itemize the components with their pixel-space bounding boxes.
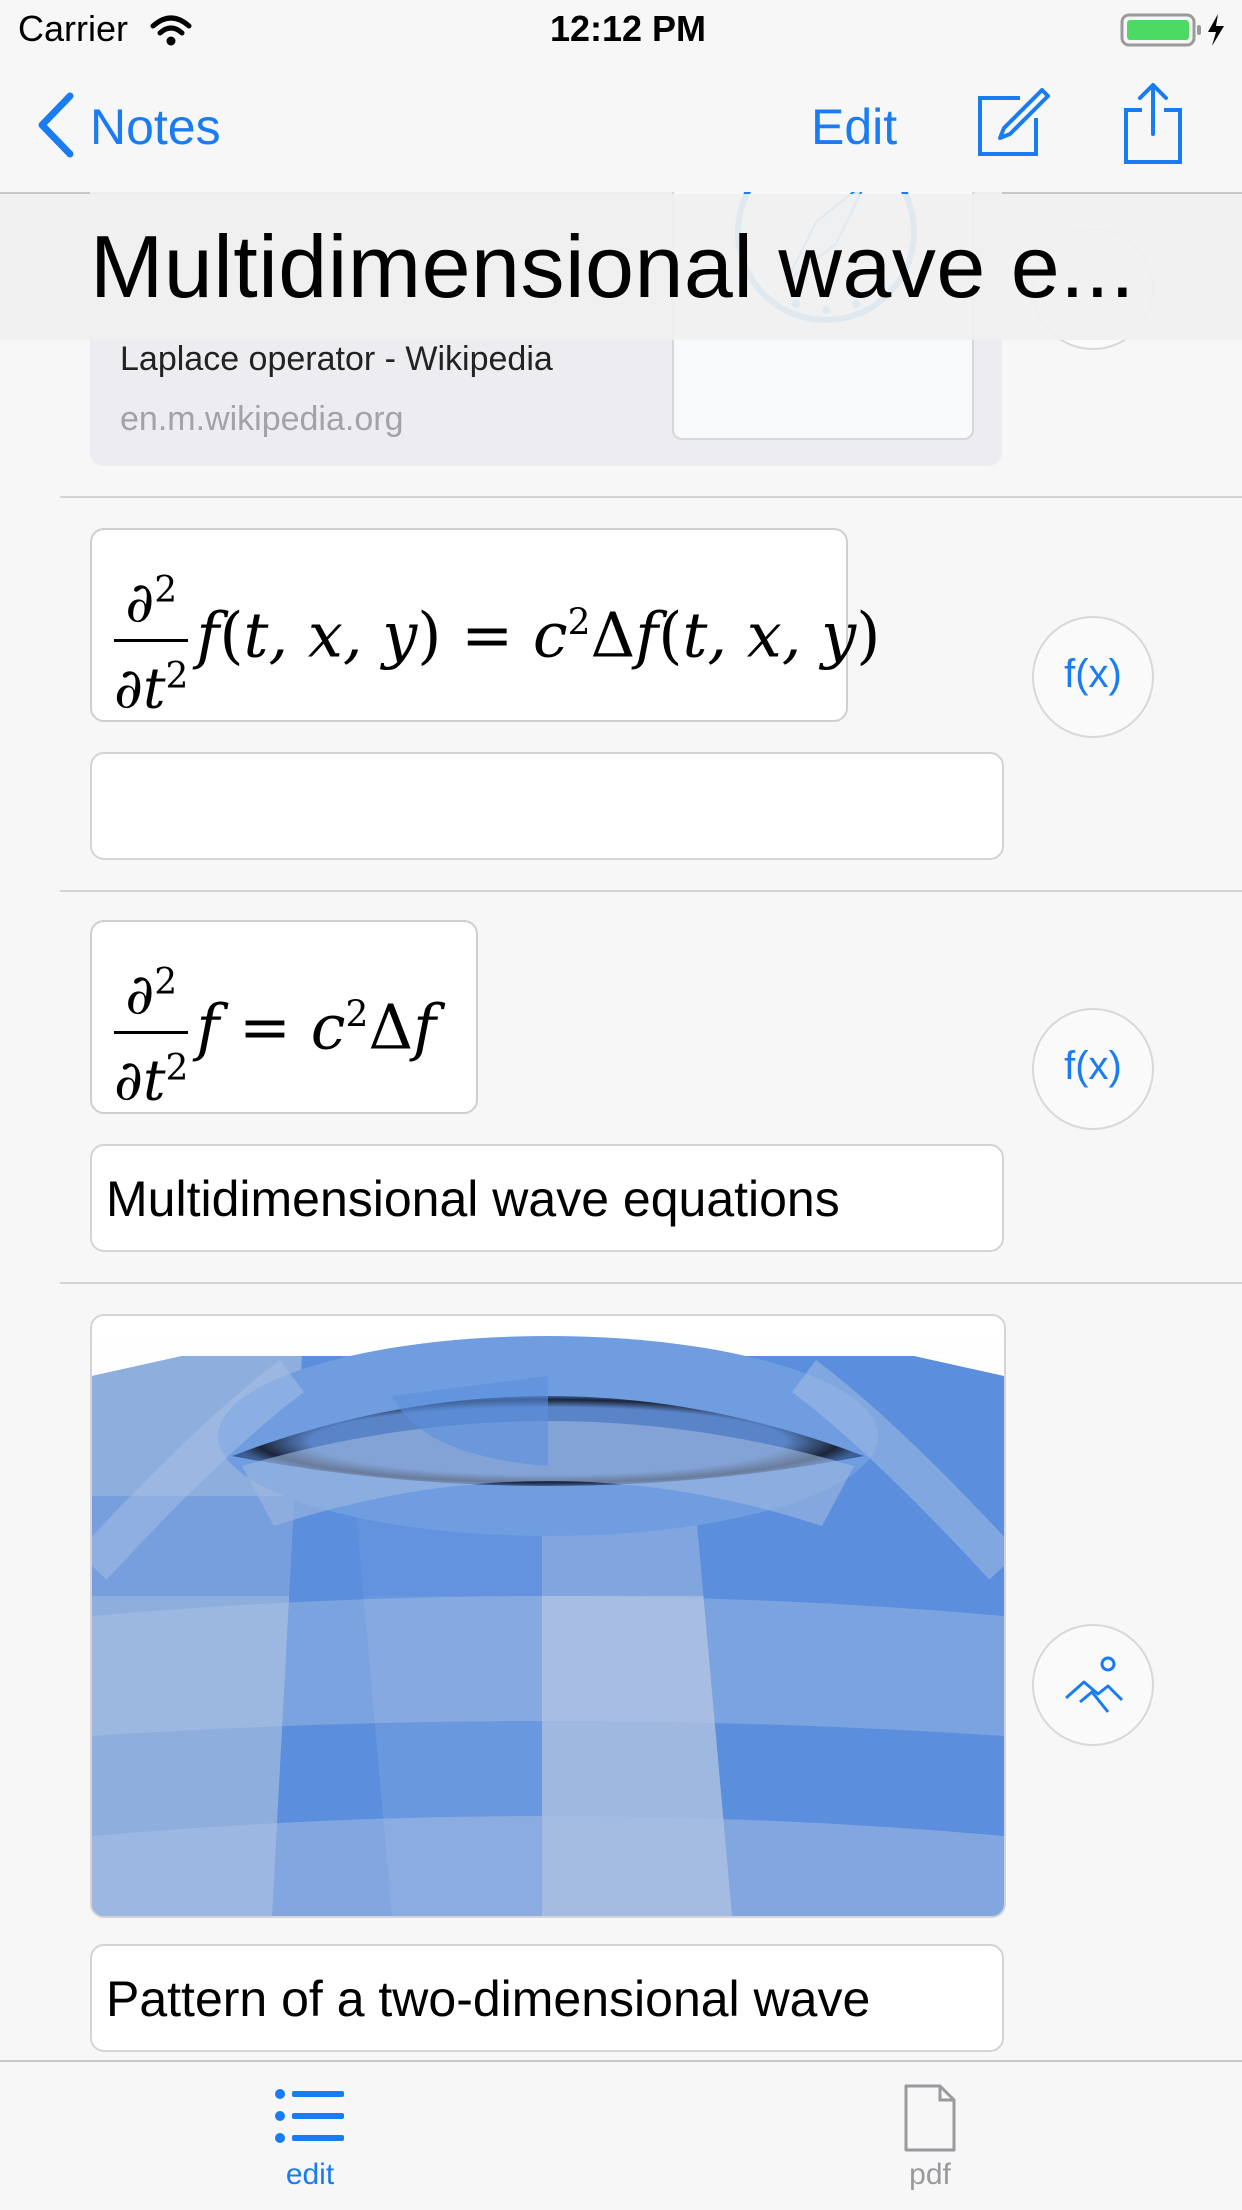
tab-pdf-label: pdf xyxy=(909,2158,951,2191)
title-bar: Multidimensional wave e... xyxy=(0,194,1242,340)
carrier-label: Carrier xyxy=(18,8,129,49)
wifi-icon xyxy=(150,15,192,46)
formula-button-label: f(x) xyxy=(1064,1044,1122,1088)
link-title: Laplace operator - Wikipedia xyxy=(120,340,553,378)
wave-image[interactable] xyxy=(90,1314,1006,1918)
time-label: 12:12 PM xyxy=(549,8,707,49)
tab-edit[interactable]: edit xyxy=(210,2062,410,2210)
formula-render: ∂2 ∂t2 f = c2Δf xyxy=(114,948,436,1116)
tab-edit-label: edit xyxy=(285,2158,335,2191)
navigation-bar: Notes Edit xyxy=(0,62,1242,194)
divider xyxy=(60,1282,1242,1284)
formula-block[interactable]: ∂2 ∂t2 f(t, x, y) = c2Δf(t, x, y) xyxy=(90,528,880,722)
caption-text[interactable]: Multidimensional wave equations xyxy=(106,1170,840,1228)
note-title[interactable]: Multidimensional wave e... xyxy=(90,216,1135,318)
note-content[interactable]: Laplace operator - Wikipedia en.m.wikipe… xyxy=(0,192,1242,2060)
list-icon xyxy=(275,2089,344,2143)
divider xyxy=(60,496,1242,498)
caption-text[interactable]: Pattern of a two-dimensional wave xyxy=(106,1970,870,2028)
link-domain: en.m.wikipedia.org xyxy=(120,400,404,438)
caption-field[interactable] xyxy=(90,752,1004,860)
formula-button[interactable]: f(x) xyxy=(1032,616,1154,738)
document-icon xyxy=(904,2084,956,2152)
tab-bar: edit pdf xyxy=(0,2060,1242,2210)
wave-surface-image xyxy=(92,1316,1004,1916)
chevron-left-icon[interactable] xyxy=(36,92,76,158)
caption-field[interactable]: Multidimensional wave equations xyxy=(90,1144,1004,1252)
formula-button-label: f(x) xyxy=(1064,652,1122,696)
edit-button[interactable]: Edit xyxy=(811,98,897,156)
caption-field[interactable]: Pattern of a two-dimensional wave xyxy=(90,1944,1004,2052)
battery-icon xyxy=(1120,13,1224,47)
formula-render: ∂2 ∂t2 f(t, x, y) = c2Δf(t, x, y) xyxy=(114,556,880,724)
compose-icon[interactable] xyxy=(976,88,1050,158)
image-icon xyxy=(1065,1656,1124,1713)
back-button[interactable]: Notes xyxy=(90,98,221,156)
divider xyxy=(60,890,1242,892)
image-button[interactable] xyxy=(1032,1624,1154,1746)
tab-pdf[interactable]: pdf xyxy=(830,2062,1030,2210)
share-icon[interactable] xyxy=(1122,82,1184,166)
formula-button[interactable]: f(x) xyxy=(1032,1008,1154,1130)
status-bar: Carrier 12:12 PM xyxy=(0,0,1242,62)
formula-block[interactable]: ∂2 ∂t2 f = c2Δf xyxy=(90,920,478,1114)
